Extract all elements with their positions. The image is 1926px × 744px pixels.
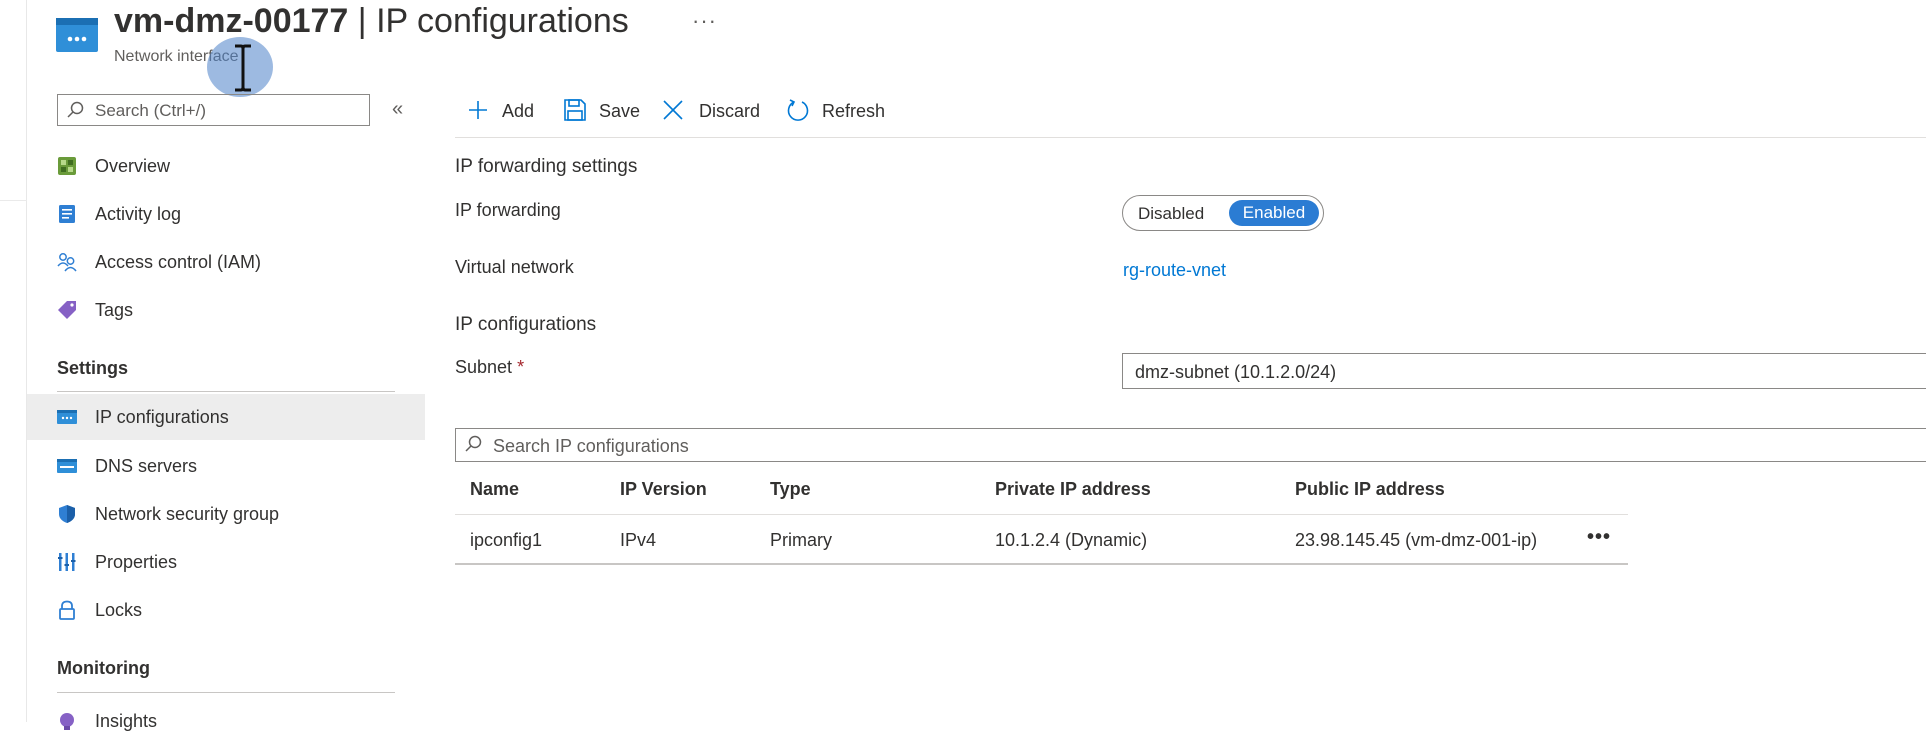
save-button[interactable]: Save bbox=[563, 96, 643, 126]
tag-icon bbox=[58, 301, 76, 319]
toggle-enabled-option[interactable]: Enabled bbox=[1229, 200, 1319, 226]
column-header-private-ip[interactable]: Private IP address bbox=[995, 479, 1151, 500]
sidebar-search-input[interactable]: Search (Ctrl+/) bbox=[57, 94, 370, 126]
overview-icon bbox=[58, 157, 76, 175]
sidebar-item-label: Activity log bbox=[95, 204, 182, 224]
cell-name: ipconfig1 bbox=[470, 530, 543, 550]
column-header-name[interactable]: Name bbox=[470, 479, 519, 500]
search-icon bbox=[465, 435, 482, 452]
sidebar-item-insights[interactable]: Insights bbox=[27, 698, 425, 744]
ip-configurations-search-input[interactable]: Search IP configurations bbox=[455, 428, 1926, 462]
settings-heading: Settings bbox=[57, 358, 129, 378]
insights-icon bbox=[60, 713, 74, 730]
refresh-icon bbox=[787, 99, 809, 121]
page-title: vm-dmz-00177 | IP configurations bbox=[114, 2, 629, 41]
settings-divider bbox=[57, 391, 395, 392]
title-separator: | bbox=[357, 2, 367, 40]
sidebar-item-network-security-group[interactable]: Network security group bbox=[27, 491, 425, 537]
virtual-network-label: Virtual network bbox=[455, 257, 574, 277]
discard-button-label: Discard bbox=[699, 101, 761, 121]
left-strip-divider bbox=[0, 200, 27, 201]
sidebar-item-label: Locks bbox=[95, 600, 143, 620]
sidebar-item-properties[interactable]: Properties bbox=[27, 539, 425, 585]
virtual-network-link[interactable]: rg-route-vnet bbox=[1123, 260, 1226, 281]
cell-ip-version: IPv4 bbox=[620, 530, 657, 550]
sidebar-search-placeholder: Search (Ctrl+/) bbox=[95, 101, 206, 120]
network-card-icon bbox=[57, 410, 77, 424]
discard-button[interactable]: Discard bbox=[661, 96, 765, 126]
portal-left-strip bbox=[0, 0, 27, 722]
sidebar-item-activity-log[interactable]: Activity log bbox=[27, 191, 425, 237]
add-button[interactable]: Add bbox=[466, 96, 540, 126]
sidebar-item-label: Access control (IAM) bbox=[95, 252, 262, 272]
sidebar-item-ip-configurations[interactable]: IP configurations bbox=[27, 394, 425, 440]
sidebar-item-label: IP configurations bbox=[95, 407, 229, 427]
plus-icon bbox=[469, 101, 487, 119]
cell-type: Primary bbox=[770, 530, 832, 550]
table-row-divider bbox=[455, 563, 1628, 565]
sidebar-item-label: DNS servers bbox=[95, 456, 198, 476]
sidebar-item-label: Tags bbox=[95, 300, 134, 320]
column-header-public-ip[interactable]: Public IP address bbox=[1295, 479, 1445, 500]
sidebar-item-overview[interactable]: Overview bbox=[27, 143, 425, 189]
monitoring-divider bbox=[57, 692, 395, 693]
close-icon bbox=[663, 100, 683, 120]
resource-name: vm-dmz-00177 bbox=[114, 2, 349, 40]
sidebar-item-tags[interactable]: Tags bbox=[27, 287, 425, 333]
subnet-dropdown[interactable]: dmz-subnet (10.1.2.0/24) bbox=[1122, 353, 1926, 389]
column-header-type[interactable]: Type bbox=[770, 479, 811, 500]
cell-private-ip: 10.1.2.4 (Dynamic) bbox=[995, 530, 1148, 550]
subnet-label-text: Subnet bbox=[455, 357, 513, 377]
collapse-sidebar-button[interactable]: « bbox=[392, 98, 403, 121]
header-more-button[interactable]: ··· bbox=[692, 8, 717, 34]
toggle-disabled-option[interactable]: Disabled bbox=[1138, 204, 1204, 224]
refresh-button[interactable]: Refresh bbox=[786, 96, 890, 126]
monitoring-heading: Monitoring bbox=[57, 658, 150, 678]
ip-forwarding-toggle[interactable]: Disabled Enabled bbox=[1122, 195, 1324, 231]
properties-bars-icon bbox=[58, 553, 76, 571]
subnet-selected-value: dmz-subnet (10.1.2.0/24) bbox=[1135, 362, 1337, 382]
sidebar-item-label: Properties bbox=[95, 552, 178, 572]
subnet-label: Subnet * bbox=[455, 357, 524, 378]
required-marker: * bbox=[517, 357, 525, 377]
ip-forwarding-settings-title: IP forwarding settings bbox=[455, 156, 638, 177]
text-cursor-icon bbox=[235, 44, 251, 92]
dns-server-icon bbox=[57, 459, 77, 473]
sidebar-item-locks[interactable]: Locks bbox=[27, 587, 425, 633]
column-header-ip-version[interactable]: IP Version bbox=[620, 479, 707, 500]
sidebar-item-dns-servers[interactable]: DNS servers bbox=[27, 443, 425, 489]
ip-search-placeholder: Search IP configurations bbox=[493, 436, 689, 456]
ip-configurations-section-title: IP configurations bbox=[455, 314, 597, 335]
save-button-label: Save bbox=[599, 101, 641, 121]
cell-public-ip: 23.98.145.45 (vm-dmz-001-ip) bbox=[1295, 530, 1538, 550]
save-icon bbox=[564, 99, 586, 121]
network-interface-icon bbox=[56, 18, 98, 52]
shield-icon bbox=[59, 505, 75, 523]
people-icon bbox=[57, 253, 77, 272]
sidebar-item-access-control[interactable]: Access control (IAM) bbox=[27, 239, 425, 285]
ip-forwarding-label: IP forwarding bbox=[455, 200, 561, 220]
table-header-divider bbox=[455, 514, 1628, 515]
sidebar-item-label: Overview bbox=[95, 156, 171, 176]
toolbar-divider bbox=[455, 137, 1926, 138]
activity-log-icon bbox=[59, 205, 75, 223]
row-more-actions-button[interactable]: ••• bbox=[1587, 526, 1611, 549]
lock-icon bbox=[59, 600, 75, 620]
page-name: IP configurations bbox=[376, 2, 629, 40]
add-button-label: Add bbox=[502, 101, 535, 121]
refresh-button-label: Refresh bbox=[822, 101, 886, 121]
search-icon bbox=[67, 101, 84, 118]
sidebar-item-label: Network security group bbox=[95, 504, 280, 524]
